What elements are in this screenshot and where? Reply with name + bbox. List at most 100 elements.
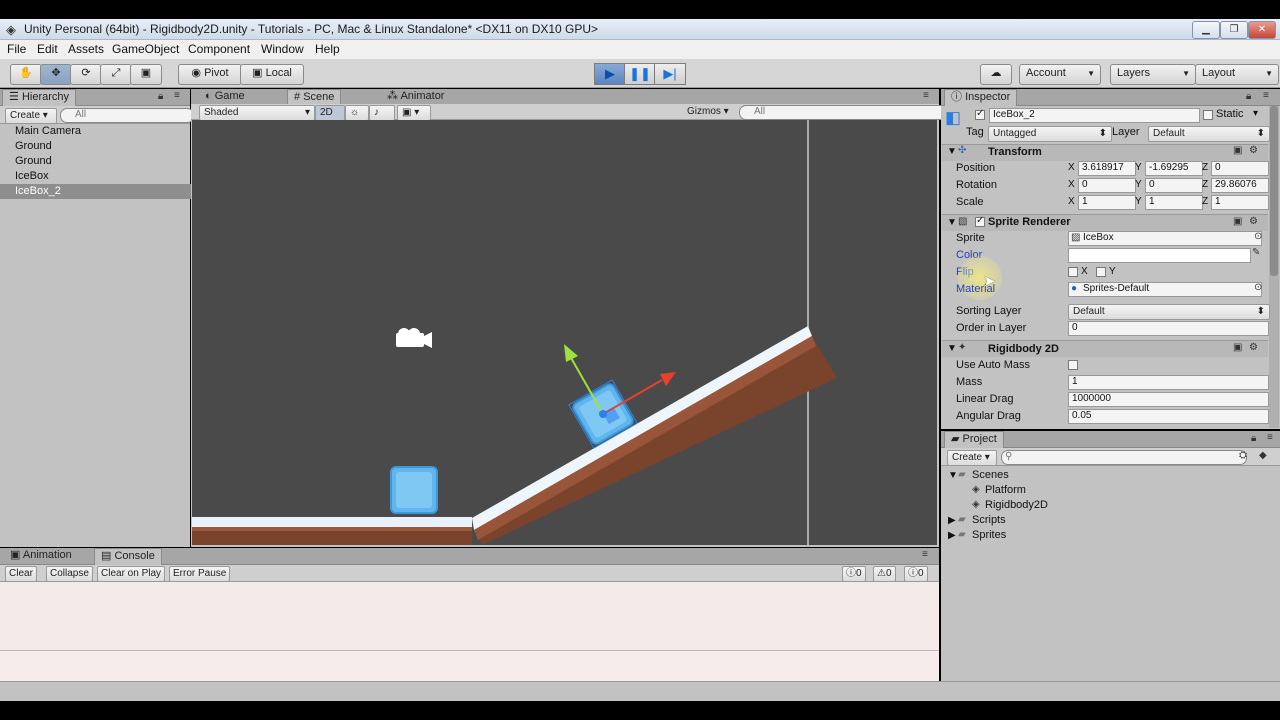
tab-animator[interactable]: ⁂ Animator: [381, 89, 450, 105]
console-log-area[interactable]: [0, 582, 939, 650]
tab-console[interactable]: ▤ Console: [94, 548, 162, 565]
panel-menu-icon[interactable]: ≡: [1267, 432, 1273, 443]
info-filter-button[interactable]: ⓘ0: [842, 566, 866, 582]
filter-type-icon[interactable]: ⛭: [1239, 450, 1247, 461]
use-auto-mass-checkbox[interactable]: [1068, 360, 1078, 370]
local-toggle-button[interactable]: ▣ Local: [240, 64, 304, 85]
flip-x-checkbox[interactable]: [1068, 267, 1078, 277]
rotate-tool-icon[interactable]: ⟳: [70, 64, 102, 85]
mass-field[interactable]: 1: [1068, 375, 1269, 390]
foldout-arrow-icon[interactable]: ▼: [947, 146, 957, 157]
help-book-icon[interactable]: ▣: [1233, 216, 1242, 227]
lighting-toggle[interactable]: ☼: [345, 105, 369, 121]
pivot-toggle-button[interactable]: ◉ Pivot: [178, 64, 242, 85]
sprite-renderer-enabled-checkbox[interactable]: [975, 215, 985, 227]
clear-button[interactable]: Clear: [5, 566, 37, 582]
layer-dropdown[interactable]: Default ⬍: [1148, 126, 1270, 142]
pause-button[interactable]: ❚❚: [624, 63, 656, 85]
ground-slope[interactable]: [472, 326, 837, 545]
audio-toggle[interactable]: ♪: [369, 105, 395, 121]
linear-drag-field[interactable]: 1000000: [1068, 392, 1269, 407]
panel-menu-icon[interactable]: ≡: [1263, 90, 1269, 101]
hierarchy-item-ground[interactable]: Ground: [0, 139, 203, 154]
foldout-arrow-icon[interactable]: ▶: [948, 530, 956, 541]
minimize-icon[interactable]: ▁: [1192, 21, 1220, 39]
cloud-button[interactable]: ☁: [980, 64, 1012, 85]
panel-menu-icon[interactable]: ≡: [922, 549, 928, 560]
filter-label-icon[interactable]: ◆: [1259, 450, 1267, 461]
hand-tool-icon[interactable]: ✋: [10, 64, 42, 85]
console-detail-area[interactable]: [0, 650, 939, 681]
effects-dropdown[interactable]: ▣ ▾: [397, 105, 431, 121]
position-y-field[interactable]: -1.69295: [1145, 161, 1203, 176]
scrollbar-thumb[interactable]: [1270, 106, 1278, 276]
panel-menu-icon[interactable]: ≡: [923, 90, 929, 101]
help-book-icon[interactable]: ▣: [1233, 145, 1242, 156]
ground-flat[interactable]: [192, 517, 472, 545]
order-in-layer-field[interactable]: 0: [1068, 321, 1269, 336]
collapse-button[interactable]: Collapse: [46, 566, 93, 582]
menu-window[interactable]: Window: [261, 42, 304, 56]
rotation-z-field[interactable]: 29.86076: [1211, 178, 1269, 193]
tab-inspector[interactable]: ⓘ Inspector: [944, 89, 1018, 106]
project-item-platform[interactable]: Platform: [985, 484, 1026, 496]
sorting-layer-dropdown[interactable]: Default ⬍: [1068, 304, 1270, 320]
object-name-field[interactable]: IceBox_2: [989, 108, 1200, 123]
menu-file[interactable]: File: [7, 42, 26, 56]
hierarchy-item-icebox[interactable]: IceBox: [0, 169, 203, 184]
menu-gameobject[interactable]: GameObject: [112, 42, 179, 56]
project-item-scenes[interactable]: Scenes: [972, 469, 1009, 481]
hierarchy-item-main-camera[interactable]: Main Camera: [0, 124, 203, 139]
scene-search-input[interactable]: All: [739, 105, 949, 120]
tab-animation[interactable]: ▣ Animation: [4, 548, 78, 564]
chevron-down-icon[interactable]: ▾: [1253, 108, 1258, 119]
position-x-field[interactable]: 3.618917: [1078, 161, 1136, 176]
object-picker-icon[interactable]: ⊙: [1254, 231, 1262, 242]
eyedropper-icon[interactable]: ✎: [1252, 247, 1260, 258]
layout-dropdown[interactable]: Layout ▼: [1195, 64, 1279, 85]
project-item-scripts[interactable]: Scripts: [972, 514, 1006, 526]
hierarchy-create-dropdown[interactable]: Create ▾: [5, 108, 57, 124]
help-book-icon[interactable]: ▣: [1233, 342, 1242, 353]
hierarchy-search-input[interactable]: All: [60, 108, 194, 123]
static-checkbox[interactable]: [1203, 110, 1213, 120]
foldout-arrow-icon[interactable]: ▼: [947, 343, 957, 354]
gear-icon[interactable]: ⚙: [1249, 342, 1258, 353]
sprite-field[interactable]: IceBox: [1068, 231, 1262, 246]
project-create-dropdown[interactable]: Create ▾: [947, 450, 997, 466]
clear-on-play-button[interactable]: Clear on Play: [97, 566, 166, 582]
mode-2d-toggle[interactable]: 2D: [315, 105, 345, 121]
maximize-icon[interactable]: ❐: [1220, 21, 1248, 39]
gizmos-dropdown[interactable]: Gizmos ▾: [683, 105, 737, 119]
tab-hierarchy[interactable]: ☰ Hierarchy: [2, 89, 77, 106]
project-search-input[interactable]: ⚲: [1001, 450, 1247, 465]
tab-game[interactable]: ◐ Game: [199, 89, 251, 105]
menu-assets[interactable]: Assets: [68, 42, 104, 56]
object-picker-icon[interactable]: ⊙: [1254, 282, 1262, 293]
material-field[interactable]: Sprites-Default: [1068, 282, 1262, 297]
scene-canvas[interactable]: [192, 120, 937, 545]
color-swatch[interactable]: [1068, 248, 1251, 263]
step-button[interactable]: ▶|: [654, 63, 686, 85]
foldout-arrow-icon[interactable]: ▼: [948, 470, 958, 481]
layers-dropdown[interactable]: Layers ▼: [1110, 64, 1196, 85]
camera-gizmo-icon[interactable]: [396, 328, 432, 348]
angular-drag-field[interactable]: 0.05: [1068, 409, 1269, 424]
lock-icon[interactable]: 🔒︎: [1246, 91, 1251, 102]
scale-tool-icon[interactable]: ⤢: [100, 64, 132, 85]
menu-help[interactable]: Help: [315, 42, 340, 56]
position-z-field[interactable]: 0: [1211, 161, 1269, 176]
gear-icon[interactable]: ⚙: [1249, 145, 1258, 156]
gear-icon[interactable]: ⚙: [1249, 216, 1258, 227]
foldout-arrow-icon[interactable]: ▼: [947, 217, 957, 228]
rotation-x-field[interactable]: 0: [1078, 178, 1136, 193]
rect-tool-icon[interactable]: ▣: [130, 64, 162, 85]
lock-icon[interactable]: 🔒︎: [158, 91, 163, 102]
play-button[interactable]: ▶: [594, 63, 626, 85]
scale-y-field[interactable]: 1: [1145, 195, 1203, 210]
tab-project[interactable]: ▰ Project: [944, 431, 1004, 448]
tag-dropdown[interactable]: Untagged ⬍: [988, 126, 1112, 142]
warning-filter-button[interactable]: ⚠0: [873, 566, 896, 582]
menu-component[interactable]: Component: [188, 42, 250, 56]
icebox-sprite[interactable]: [390, 466, 438, 514]
